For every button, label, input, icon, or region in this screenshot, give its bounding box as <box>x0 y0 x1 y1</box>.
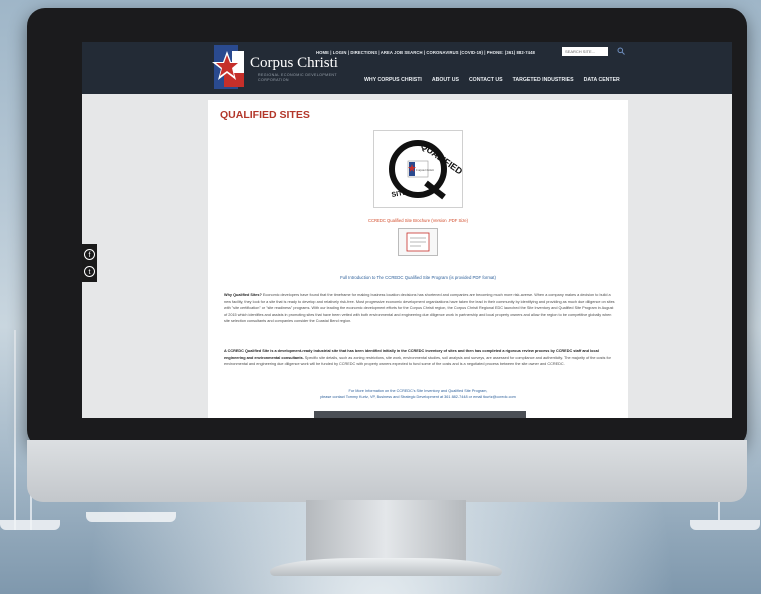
bottom-banner[interactable] <box>314 411 526 418</box>
paragraph-lead: Why Qualified Sites? <box>224 293 262 297</box>
contact-info: For More Information on the CCREDC's Sit… <box>208 388 628 400</box>
monitor-stand <box>306 500 466 562</box>
search-icon[interactable] <box>617 47 625 55</box>
brand-name[interactable]: Corpus Christi <box>250 55 338 72</box>
facebook-icon[interactable]: f <box>84 249 95 260</box>
monitor-stand-base <box>270 558 502 576</box>
boat-hull <box>0 520 60 530</box>
emblem-bottom-text: SITE <box>391 189 408 199</box>
contact-line[interactable]: please contact Tommy Kurtz, VP, Business… <box>208 394 628 400</box>
site-header: Corpus Christi Regional Economic Develop… <box>82 42 732 94</box>
utility-nav[interactable]: HOME | LOGIN | DIRECTIONS | AREA JOB SEA… <box>316 50 535 55</box>
emblem-brand-text: Corpus Christi <box>416 168 434 172</box>
boat-hull <box>690 520 760 530</box>
main-nav: WHY CORPUS CHRISTI ABOUT US CONTACT US T… <box>364 77 620 83</box>
why-qualified-sites-paragraph: Why Qualified Sites? Economic developers… <box>224 292 616 325</box>
monitor-chin <box>27 440 747 502</box>
page-title: QUALIFIED SITES <box>220 109 310 121</box>
search-input[interactable]: SEARCH SITE... <box>562 47 608 56</box>
nav-targeted-industries[interactable]: TARGETED INDUSTRIES <box>513 77 574 83</box>
browser-screen: Corpus Christi Regional Economic Develop… <box>82 42 732 418</box>
social-sidebar: f t <box>82 244 97 282</box>
introduction-link[interactable]: Full Introduction to The CCREDC Qualifie… <box>208 275 628 280</box>
qualified-site-definition-paragraph: A CCREDC Qualified Site is a development… <box>224 348 616 368</box>
paragraph-body: Economic developers have found that the … <box>224 293 615 324</box>
qualified-site-logo: Corpus Christi QUALIFIED SITE <box>373 130 465 208</box>
twitter-icon[interactable]: t <box>84 266 95 277</box>
star-logo-icon[interactable] <box>210 45 244 89</box>
qualified-site-emblem-icon: Corpus Christi QUALIFIED SITE <box>389 140 465 200</box>
nav-about-us[interactable]: ABOUT US <box>432 77 459 83</box>
brochure-link[interactable]: CCREDC Qualified Site Brochure (Version … <box>208 218 628 223</box>
pdf-thumbnail[interactable] <box>398 228 438 256</box>
monitor-bezel: Corpus Christi Regional Economic Develop… <box>27 8 747 448</box>
nav-contact-us[interactable]: CONTACT US <box>469 77 503 83</box>
main-content: QUALIFIED SITES Corpus Christi QUALIFIED… <box>208 100 628 418</box>
brand-subtitle: Regional Economic Development Corporatio… <box>258 73 337 82</box>
sailboat-mast <box>14 330 16 530</box>
pdf-document-icon <box>406 232 430 252</box>
nav-data-center[interactable]: DATA CENTER <box>584 77 620 83</box>
boat-hull <box>86 512 176 522</box>
nav-why-corpus-christi[interactable]: WHY CORPUS CHRISTI <box>364 77 422 83</box>
